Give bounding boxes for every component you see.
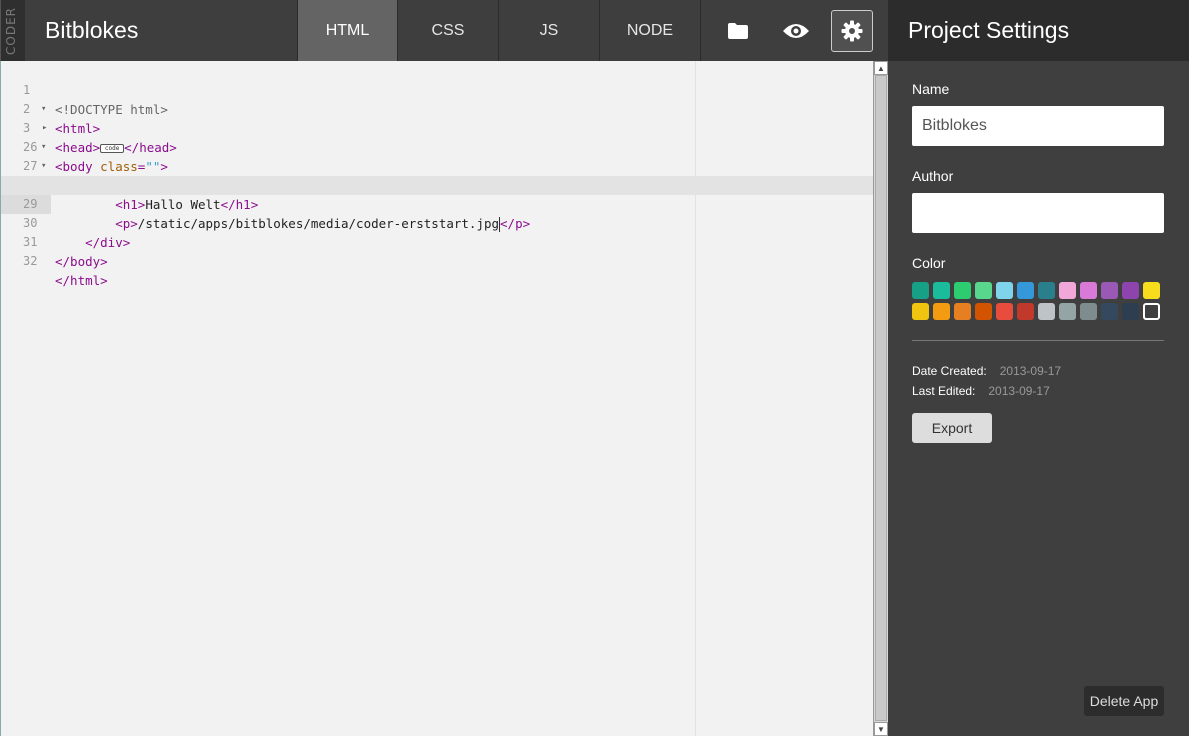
gear-icon: [841, 20, 863, 42]
color-swatch[interactable]: [1059, 282, 1076, 299]
color-swatch[interactable]: [933, 303, 950, 320]
app-title: Bitblokes: [45, 17, 139, 43]
name-field[interactable]: [912, 106, 1164, 146]
color-swatch[interactable]: [1080, 282, 1097, 299]
color-swatch[interactable]: [1122, 303, 1139, 320]
coder-brand-strip: CODER: [0, 0, 25, 61]
color-swatch[interactable]: [954, 303, 971, 320]
code-line[interactable]: 32 </html>: [1, 233, 874, 288]
scroll-down-arrow-icon[interactable]: ▼: [874, 722, 888, 736]
author-field[interactable]: [912, 193, 1164, 233]
color-swatch[interactable]: [1143, 282, 1160, 299]
color-swatch[interactable]: [954, 282, 971, 299]
code-line[interactable]: 31 </body>: [1, 214, 874, 269]
color-swatch[interactable]: [912, 282, 929, 299]
color-swatch[interactable]: [1122, 282, 1139, 299]
name-label: Name: [912, 81, 950, 97]
scroll-thumb[interactable]: [875, 75, 887, 721]
delete-app-button[interactable]: Delete App: [1084, 686, 1164, 716]
color-swatch[interactable]: [1101, 282, 1118, 299]
color-swatch[interactable]: [996, 282, 1013, 299]
date-created-label: Date Created:: [912, 364, 987, 378]
color-swatch[interactable]: [1080, 303, 1097, 320]
code-line-active[interactable]: 29 <p>/static/apps/bitblokes/media/coder…: [1, 176, 874, 232]
color-swatch[interactable]: [1101, 303, 1118, 320]
code-line[interactable]: 3 <head>code</head>: [1, 100, 874, 155]
code-line[interactable]: 2 <html>: [1, 81, 874, 136]
code-line[interactable]: 28 <h1>Hallo Welt</h1>: [1, 157, 874, 212]
settings-button[interactable]: [831, 10, 873, 52]
code-text: </body>: [55, 254, 108, 269]
line-number: 32: [23, 254, 38, 268]
last-edited-value: 2013-09-17: [988, 384, 1050, 398]
date-created-row: Date Created: 2013-09-17: [912, 364, 1061, 378]
last-edited-row: Last Edited: 2013-09-17: [912, 384, 1050, 398]
color-swatch[interactable]: [1017, 282, 1034, 299]
color-swatch[interactable]: [1143, 303, 1160, 320]
preview-button[interactable]: [775, 10, 817, 52]
tab-html[interactable]: HTML: [297, 0, 398, 68]
color-swatch[interactable]: [912, 303, 929, 320]
folder-icon: [728, 23, 748, 39]
color-swatch[interactable]: [1017, 303, 1034, 320]
tab-node[interactable]: NODE: [600, 0, 701, 61]
coder-brand-label: CODER: [4, 7, 18, 55]
editor-scrollbar[interactable]: ▲ ▼: [873, 61, 888, 736]
code-line[interactable]: 26 <body class="">: [1, 119, 874, 174]
last-edited-label: Last Edited:: [912, 384, 976, 398]
tab-js[interactable]: JS: [499, 0, 600, 61]
scroll-up-arrow-icon[interactable]: ▲: [874, 61, 888, 75]
code-line[interactable]: 1 <!DOCTYPE html>: [1, 62, 874, 117]
date-created-value: 2013-09-17: [999, 364, 1062, 378]
color-label: Color: [912, 255, 946, 271]
code-text: </html>: [55, 273, 108, 288]
color-swatch[interactable]: [975, 282, 992, 299]
editor-tabs: HTML CSS JS NODE: [297, 0, 701, 68]
top-bar: CODER Bitblokes HTML CSS JS NODE: [0, 0, 887, 68]
code-line[interactable]: 27 <div class="pagecontent">: [1, 138, 874, 193]
color-swatch[interactable]: [1038, 303, 1055, 320]
code-line[interactable]: 30 </div>: [1, 195, 874, 250]
color-swatch[interactable]: [1038, 282, 1055, 299]
author-label: Author: [912, 168, 954, 184]
settings-title: Project Settings: [888, 0, 1189, 61]
eye-icon: [783, 24, 809, 38]
color-swatch[interactable]: [933, 282, 950, 299]
color-swatch[interactable]: [975, 303, 992, 320]
project-settings-panel: Project Settings Name Author Color Date …: [888, 0, 1189, 736]
export-button[interactable]: Export: [912, 413, 992, 443]
tab-css[interactable]: CSS: [398, 0, 499, 61]
files-button[interactable]: [717, 10, 759, 52]
divider: [912, 340, 1164, 341]
color-swatch[interactable]: [996, 303, 1013, 320]
code-editor[interactable]: 1 <!DOCTYPE html> 2 <html> 3 <head>code<…: [0, 61, 874, 736]
color-swatch[interactable]: [1059, 303, 1076, 320]
